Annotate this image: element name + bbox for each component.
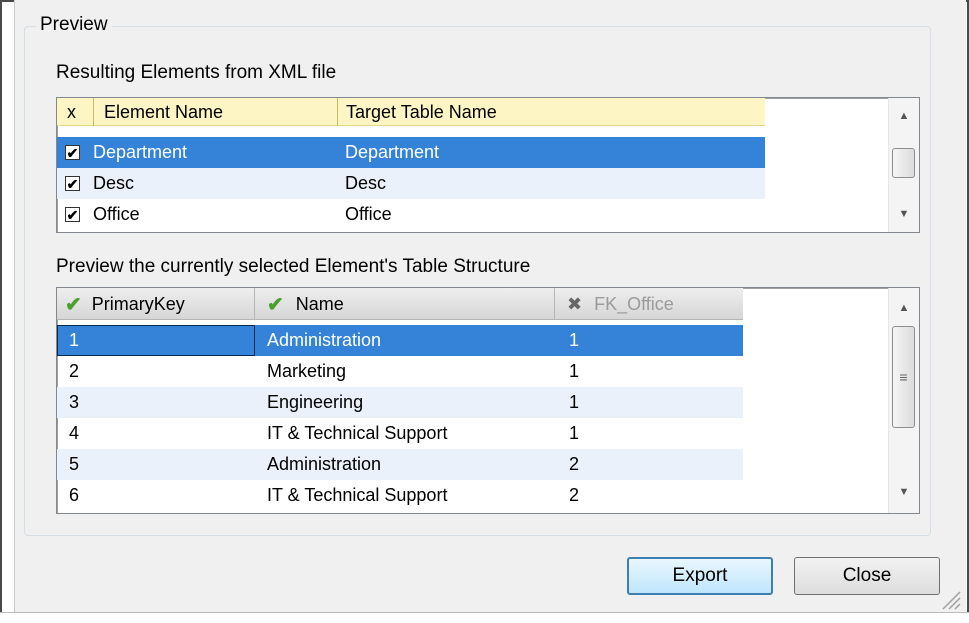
cell-name: Administration (267, 454, 382, 474)
scroll-thumb[interactable] (892, 148, 915, 178)
cell-primarykey: 5 (69, 454, 80, 474)
header-x[interactable]: x (67, 98, 93, 126)
scroll-up-icon[interactable]: ▲ (889, 106, 919, 126)
element-name: Desc (93, 173, 135, 193)
elements-table[interactable]: x Element Name Target Table Name ✔ Depar… (56, 97, 920, 233)
header-target-table-name[interactable]: Target Table Name (337, 98, 765, 126)
cell-fk-office: 1 (569, 423, 580, 443)
cell-fk-office: 1 (569, 361, 580, 381)
resize-grip-icon[interactable] (939, 588, 961, 610)
cell-fk-office: 2 (569, 485, 580, 505)
cell-fk-office: 2 (569, 454, 580, 474)
cell-name: Marketing (267, 361, 347, 381)
element-checkbox-desc[interactable]: ✔ (65, 176, 80, 191)
table-row[interactable] (57, 387, 743, 418)
element-row-office[interactable] (57, 199, 765, 230)
cell-name: IT & Technical Support (267, 423, 448, 443)
table-row[interactable] (57, 356, 743, 387)
element-name: Department (93, 142, 188, 162)
element-target: Office (345, 204, 392, 224)
scroll-thumb[interactable]: ≡ (892, 326, 915, 428)
check-icon: ✔ (267, 293, 284, 316)
structure-table[interactable]: ✔ PrimaryKey ✔ Name ✖ FK_Office 1 Admini… (56, 287, 920, 514)
cell-primarykey: 3 (69, 392, 80, 412)
export-button[interactable]: Export (627, 557, 773, 595)
cell-primarykey: 4 (69, 423, 80, 443)
header-fk-office-label: FK_Office (594, 293, 674, 314)
elements-label: Resulting Elements from XML file (56, 62, 337, 83)
element-checkbox-office[interactable]: ✔ (65, 207, 80, 222)
focused-cell[interactable] (57, 325, 255, 356)
header-primarykey-label: PrimaryKey (91, 293, 185, 314)
preview-group-title: Preview (36, 14, 112, 36)
header-element-name[interactable]: Element Name (93, 98, 338, 126)
cell-fk-office: 1 (569, 392, 580, 412)
element-checkbox-department[interactable]: ✔ (65, 145, 80, 160)
elements-scrollbar[interactable]: ▲ ▼ (888, 98, 919, 232)
header-name-label: Name (295, 293, 344, 314)
structure-label: Preview the currently selected Element's… (56, 256, 531, 277)
x-icon: ✖ (567, 293, 583, 314)
scroll-up-icon[interactable]: ▲ (889, 298, 919, 318)
cell-primarykey: 1 (69, 330, 80, 350)
header-primarykey[interactable]: ✔ PrimaryKey (57, 288, 254, 320)
cell-name: Administration (267, 330, 382, 350)
element-target: Desc (345, 173, 387, 193)
scroll-down-icon[interactable]: ▼ (889, 204, 919, 224)
cell-name: IT & Technical Support (267, 485, 448, 505)
table-row[interactable] (57, 449, 743, 480)
cell-name: Engineering (267, 392, 364, 412)
structure-scrollbar[interactable]: ▲ ≡ ▼ (888, 288, 919, 513)
scroll-down-icon[interactable]: ▼ (889, 482, 919, 502)
element-target: Department (345, 142, 440, 162)
element-name: Office (93, 204, 140, 224)
header-fk-office[interactable]: ✖ FK_Office (554, 288, 743, 320)
close-button[interactable]: Close (794, 557, 940, 595)
header-name[interactable]: ✔ Name (254, 288, 554, 320)
cell-primarykey: 2 (69, 361, 80, 381)
cell-fk-office: 1 (569, 330, 580, 350)
check-icon: ✔ (65, 293, 82, 316)
cell-primarykey: 6 (69, 485, 80, 505)
window-bottom-edge (0, 612, 969, 623)
element-row-desc[interactable] (57, 168, 765, 199)
